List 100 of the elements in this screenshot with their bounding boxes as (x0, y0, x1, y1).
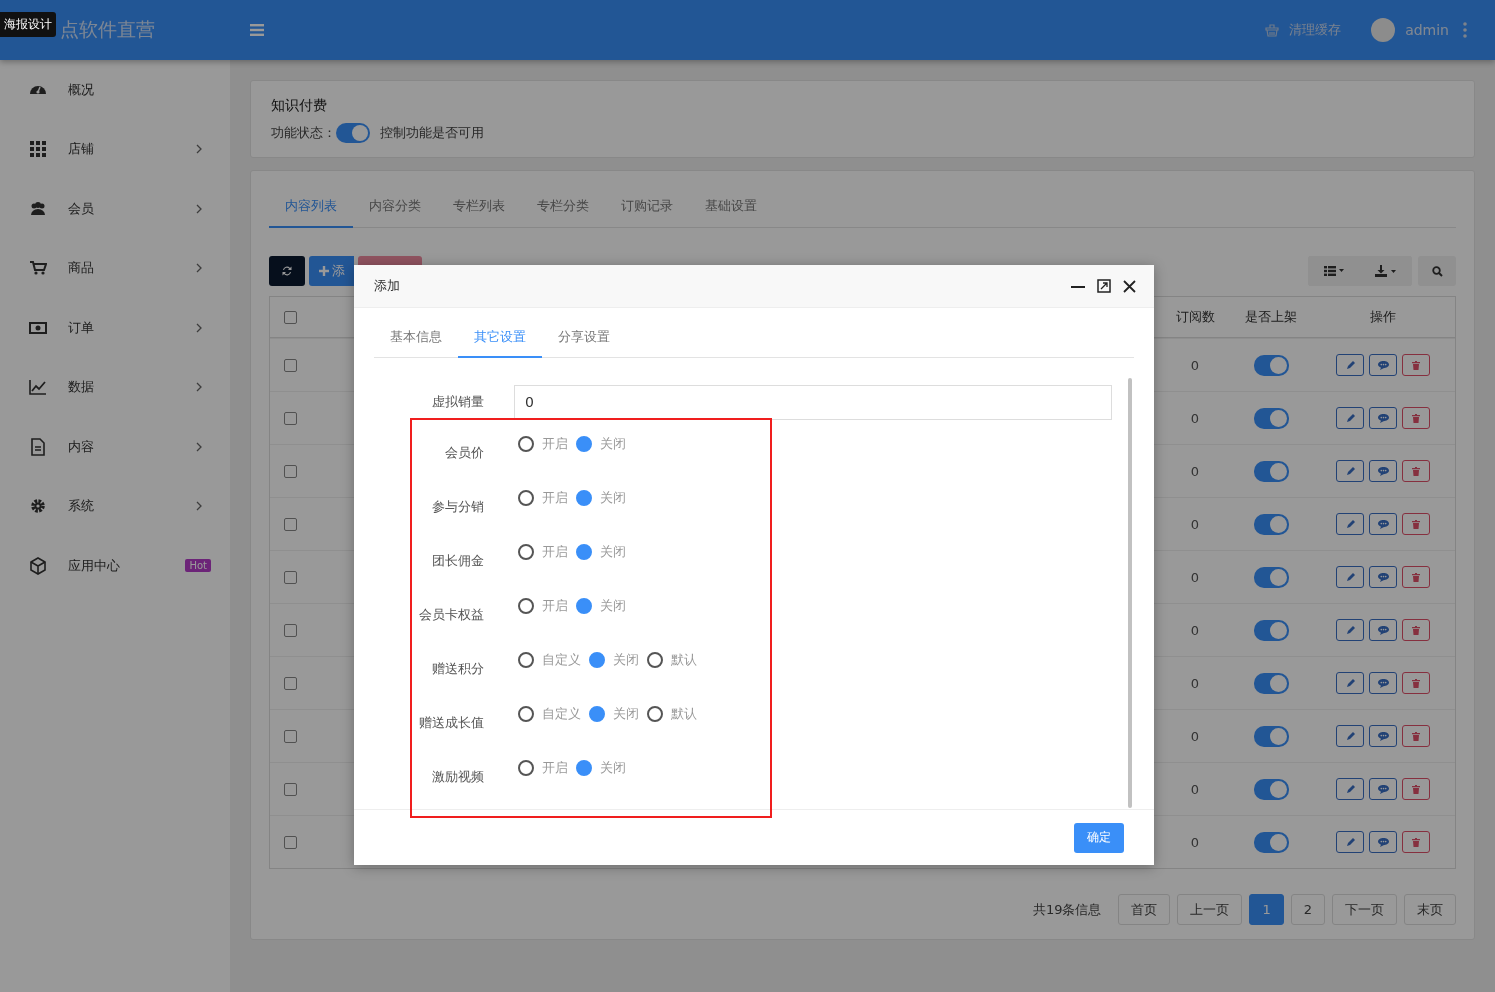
comment-button[interactable] (1369, 354, 1397, 376)
clear-cache-link[interactable]: 清理缓存 (1265, 21, 1342, 39)
radio-button[interactable] (647, 652, 663, 668)
option-label[interactable]: 自定义 (542, 651, 581, 669)
scrollbar[interactable] (1128, 378, 1132, 808)
comment-button[interactable] (1369, 460, 1397, 482)
checkbox[interactable] (283, 782, 297, 796)
edit-button[interactable] (1336, 354, 1364, 376)
toggle-switch[interactable] (336, 123, 370, 143)
sidebar-item[interactable]: 应用中心 Hot (0, 536, 230, 596)
radio-button[interactable] (518, 490, 534, 506)
page-button[interactable]: 上一页 (1177, 894, 1243, 925)
sidebar-item[interactable]: 会员 (0, 179, 230, 239)
page-button[interactable]: 末页 (1404, 894, 1456, 925)
tab[interactable]: 分享设置 (542, 317, 626, 358)
checkbox[interactable] (283, 623, 297, 637)
edit-button[interactable] (1336, 566, 1364, 588)
delete-button[interactable] (1402, 778, 1430, 800)
radio-button[interactable] (518, 544, 534, 560)
toggle-switch[interactable] (1253, 566, 1289, 588)
toggle-switch[interactable] (1253, 778, 1289, 800)
tab[interactable]: 内容分类 (353, 185, 437, 228)
comment-button[interactable] (1369, 407, 1397, 429)
option-label[interactable]: 关闭 (600, 489, 626, 507)
radio-button[interactable] (518, 652, 534, 668)
option-label[interactable]: 关闭 (600, 597, 626, 615)
radio-button[interactable] (576, 490, 592, 506)
maximize-icon[interactable] (1097, 279, 1111, 293)
delete-button[interactable] (1402, 513, 1430, 535)
edit-button[interactable] (1336, 831, 1364, 853)
toggle-switch[interactable] (1253, 407, 1289, 429)
sidebar-item[interactable]: 概况 (0, 60, 230, 120)
edit-button[interactable] (1336, 672, 1364, 694)
tab[interactable]: 订购记录 (605, 185, 689, 228)
checkbox[interactable] (283, 358, 297, 372)
option-label[interactable]: 关闭 (600, 435, 626, 453)
option-label[interactable]: 关闭 (613, 705, 639, 723)
tab[interactable]: 基本信息 (374, 317, 458, 358)
option-label[interactable]: 关闭 (600, 543, 626, 561)
toggle-switch[interactable] (1253, 460, 1289, 482)
comment-button[interactable] (1369, 513, 1397, 535)
sidebar-item[interactable]: 内容 (0, 417, 230, 477)
delete-button[interactable] (1402, 407, 1430, 429)
radio-button[interactable] (576, 760, 592, 776)
delete-button[interactable] (1402, 725, 1430, 747)
toggle-switch[interactable] (1253, 513, 1289, 535)
radio-button[interactable] (589, 706, 605, 722)
edit-button[interactable] (1336, 725, 1364, 747)
toggle-switch[interactable] (1253, 725, 1289, 747)
radio-button[interactable] (576, 436, 592, 452)
option-label[interactable]: 关闭 (600, 759, 626, 777)
sidebar-item[interactable]: 店铺 (0, 119, 230, 179)
edit-button[interactable] (1336, 778, 1364, 800)
radio-button[interactable] (518, 706, 534, 722)
edit-button[interactable] (1336, 513, 1364, 535)
radio-button[interactable] (518, 598, 534, 614)
page-button[interactable]: 1 (1249, 894, 1284, 925)
confirm-button[interactable]: 确定 (1074, 822, 1124, 853)
option-label[interactable]: 开启 (542, 759, 568, 777)
checkbox[interactable] (283, 676, 297, 690)
toggle-switch[interactable] (1253, 619, 1289, 641)
checkbox[interactable] (283, 835, 297, 849)
option-label[interactable]: 默认 (671, 651, 697, 669)
option-label[interactable]: 开启 (542, 489, 568, 507)
delete-button[interactable] (1402, 566, 1430, 588)
menu-icon[interactable] (250, 24, 264, 36)
radio-button[interactable] (518, 436, 534, 452)
checkbox[interactable] (283, 729, 297, 743)
tab[interactable]: 专栏分类 (521, 185, 605, 228)
tab[interactable]: 内容列表 (269, 185, 353, 228)
delete-button[interactable] (1402, 460, 1430, 482)
checkbox[interactable] (283, 464, 297, 478)
comment-button[interactable] (1369, 566, 1397, 588)
tab[interactable]: 专栏列表 (437, 185, 521, 228)
radio-button[interactable] (647, 706, 663, 722)
delete-button[interactable] (1402, 619, 1430, 641)
toggle-switch[interactable] (1253, 831, 1289, 853)
checkbox[interactable] (283, 310, 297, 324)
checkbox[interactable] (283, 411, 297, 425)
page-button[interactable]: 下一页 (1332, 894, 1397, 925)
option-label[interactable]: 开启 (542, 435, 568, 453)
comment-button[interactable] (1369, 831, 1397, 853)
toggle-switch[interactable] (1253, 672, 1289, 694)
option-label[interactable]: 默认 (671, 705, 697, 723)
delete-button[interactable] (1402, 831, 1430, 853)
refresh-button[interactable] (269, 256, 305, 286)
delete-button[interactable] (1402, 672, 1430, 694)
tab[interactable]: 其它设置 (458, 317, 542, 358)
close-icon[interactable] (1123, 279, 1136, 293)
avatar[interactable] (1371, 18, 1396, 42)
sidebar-item[interactable]: 数据 (0, 357, 230, 417)
tab[interactable]: 基础设置 (689, 185, 773, 228)
radio-button[interactable] (589, 652, 605, 668)
add-button[interactable]: 添 (309, 256, 354, 286)
delete-button[interactable] (1402, 354, 1430, 376)
sidebar-item[interactable]: 系统 (0, 476, 230, 536)
comment-button[interactable] (1369, 778, 1397, 800)
edit-button[interactable] (1336, 619, 1364, 641)
more-icon[interactable] (1463, 22, 1467, 38)
comment-button[interactable] (1369, 672, 1397, 694)
